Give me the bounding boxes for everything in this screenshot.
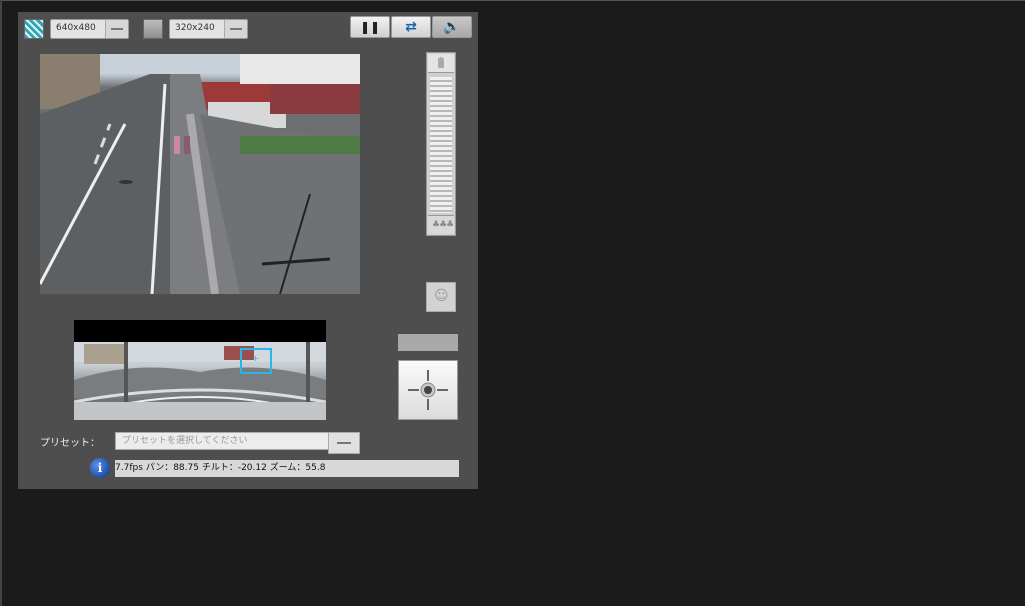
resolution-large-icon[interactable] bbox=[24, 19, 44, 39]
zoom-slider[interactable]: ♣♣♣ bbox=[426, 52, 456, 236]
ptz-control-button[interactable] bbox=[398, 360, 458, 420]
panorama-image[interactable]: + bbox=[74, 342, 326, 420]
camera-viewer-panel: 640x480 320x240 ❚❚ ⇄ 🔈 ♣♣♣ ☺ + プリセット： プリ… bbox=[18, 12, 478, 489]
crosshair-icon bbox=[408, 370, 448, 410]
panorama-header bbox=[74, 320, 326, 342]
pause-icon: ❚❚ bbox=[359, 20, 381, 34]
resolution-small-icon[interactable] bbox=[143, 19, 163, 39]
preset-dropdown[interactable]: プリセットを選択してください bbox=[115, 432, 359, 450]
chevron-down-icon bbox=[105, 20, 128, 38]
ptz-home-bar[interactable] bbox=[398, 334, 458, 351]
preset-label: プリセット： bbox=[40, 438, 100, 449]
resolution-large-value: 640x480 bbox=[56, 23, 96, 33]
status-text: 7.7fps パン：88.75 チルト：-20.12 ズーム：55.8 bbox=[115, 463, 326, 473]
preset-placeholder: プリセットを選択してください bbox=[122, 436, 248, 446]
live-video[interactable] bbox=[40, 54, 360, 294]
snapshot-button[interactable]: ☺ bbox=[426, 282, 456, 312]
speaker-icon: 🔈 bbox=[443, 19, 461, 35]
swap-button[interactable]: ⇄ bbox=[391, 16, 431, 38]
zoom-out-trees-icon: ♣♣♣ bbox=[432, 220, 454, 230]
status-bar: 7.7fps パン：88.75 チルト：-20.12 ズーム：55.8 bbox=[115, 460, 459, 477]
view-selection-box[interactable]: + bbox=[240, 348, 272, 374]
zoom-in-button[interactable] bbox=[428, 54, 454, 73]
swap-arrows-icon: ⇄ bbox=[405, 19, 417, 35]
resolution-small-value: 320x240 bbox=[175, 23, 215, 33]
info-icon[interactable]: i bbox=[90, 458, 110, 478]
panorama-view[interactable]: + bbox=[74, 320, 326, 420]
audio-button[interactable]: 🔈 bbox=[432, 16, 472, 38]
resolution-small-dropdown[interactable]: 320x240 bbox=[169, 19, 248, 39]
preset-dropdown-arrow[interactable] bbox=[328, 432, 360, 454]
pause-button[interactable]: ❚❚ bbox=[350, 16, 390, 38]
zoom-track-lines bbox=[430, 77, 452, 213]
zoom-out-button[interactable]: ♣♣♣ bbox=[428, 215, 454, 234]
crosshair-icon: + bbox=[252, 354, 259, 363]
camera-person-icon: ☺ bbox=[434, 288, 449, 304]
chevron-down-icon bbox=[224, 20, 247, 38]
chevron-down-icon bbox=[337, 442, 351, 444]
zoom-in-tree-icon bbox=[438, 57, 444, 68]
resolution-large-dropdown[interactable]: 640x480 bbox=[50, 19, 129, 39]
panorama-scene bbox=[74, 342, 326, 420]
street-scene-image bbox=[40, 54, 360, 294]
